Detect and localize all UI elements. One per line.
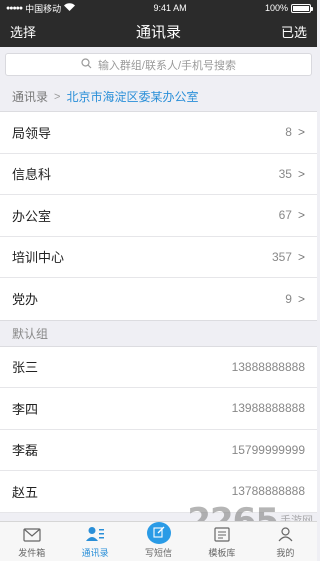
- contact-name: 李四: [12, 401, 39, 417]
- contact-phone: 13988888888: [231, 401, 305, 416]
- tab-label: 发件箱: [18, 548, 46, 558]
- group-name: 培训中心: [12, 250, 65, 266]
- group-row[interactable]: 局领导 8 >: [0, 112, 317, 154]
- group-count: 357: [271, 249, 292, 264]
- wifi-icon: [64, 3, 76, 13]
- group-name: 党办: [12, 292, 39, 308]
- group-row[interactable]: 信息科 35 >: [0, 154, 317, 195]
- contact-row[interactable]: 赵五 13788888888: [0, 471, 317, 513]
- contact-row[interactable]: 张三 13888888888: [0, 346, 317, 388]
- breadcrumb-root[interactable]: 通讯录: [12, 88, 48, 105]
- mail-icon: [23, 528, 41, 546]
- chevron-right-icon: >: [54, 90, 61, 103]
- tab-label: 通讯录: [81, 548, 109, 558]
- search-placeholder: 输入群组/联系人/手机号搜索: [97, 59, 237, 72]
- group-count: 8: [285, 125, 292, 140]
- tab-contacts[interactable]: 通讯录: [63, 522, 126, 561]
- group-count: 67: [278, 208, 292, 223]
- group-name: 信息科: [12, 167, 52, 183]
- tab-templates[interactable]: 模板库: [190, 522, 253, 561]
- group-row[interactable]: 培训中心 357 >: [0, 237, 317, 278]
- chevron-right-icon: >: [297, 291, 305, 306]
- tab-bar: 发件箱 通讯录 写短信 模板库 我的: [0, 521, 317, 561]
- group-name: 办公室: [12, 208, 52, 224]
- contact-row[interactable]: 李磊 15799999999: [0, 429, 317, 471]
- tab-outbox[interactable]: 发件箱: [0, 522, 63, 561]
- tab-profile[interactable]: 我的: [254, 522, 317, 561]
- carrier-label: 中国移动: [25, 3, 62, 14]
- contact-list: 张三 13888888888 李四 13988888888 李磊 1579999…: [0, 346, 317, 513]
- contacts-icon: [86, 526, 105, 546]
- contact-name: 张三: [12, 360, 39, 376]
- chevron-right-icon: >: [297, 166, 305, 181]
- selected-button[interactable]: 已选: [281, 22, 307, 41]
- battery-icon: [291, 3, 313, 13]
- contact-phone: 15799999999: [231, 442, 305, 457]
- signal-icon: ●●●●●: [6, 4, 23, 12]
- page-title: 通讯录: [135, 24, 181, 41]
- breadcrumb: 通讯录 > 北京市海淀区委某办公室: [0, 82, 317, 112]
- tab-label: 模板库: [208, 548, 236, 558]
- breadcrumb-current: 北京市海淀区委某办公室: [66, 90, 199, 104]
- chevron-right-icon: >: [297, 249, 305, 264]
- search-area: 输入群组/联系人/手机号搜索: [0, 47, 317, 82]
- group-count: 9: [285, 291, 292, 306]
- contact-row[interactable]: 李四 13988888888: [0, 388, 317, 430]
- tab-compose[interactable]: 写短信: [127, 522, 190, 561]
- group-row[interactable]: 党办 9 >: [0, 278, 317, 320]
- group-count: 35: [278, 166, 292, 181]
- navigation-bar: 选择 通讯录 已选: [0, 16, 317, 47]
- select-button[interactable]: 选择: [10, 22, 36, 41]
- battery-percent: 100%: [264, 3, 288, 13]
- profile-icon: [278, 527, 293, 546]
- group-list: 局领导 8 > 信息科 35 > 办公室 67 > 培训中心 357 > 党办 9 >: [0, 112, 317, 320]
- group-row[interactable]: 办公室 67 >: [0, 195, 317, 237]
- search-input[interactable]: 输入群组/联系人/手机号搜索: [5, 53, 312, 76]
- template-icon: [214, 527, 230, 546]
- contact-phone: 13888888888: [231, 359, 305, 374]
- default-group-header: 默认组: [0, 319, 317, 347]
- tab-label: 写短信: [145, 548, 173, 558]
- search-icon: [81, 57, 92, 72]
- tab-label: 我的: [276, 548, 295, 558]
- status-bar: ●●●●● 中国移动 9:41 AM 100%: [0, 0, 317, 16]
- contact-name: 李磊: [12, 443, 39, 459]
- chevron-right-icon: >: [297, 208, 305, 223]
- contact-phone: 13788888888: [231, 484, 305, 499]
- group-name: 局领导: [12, 125, 52, 141]
- compose-icon: [146, 522, 171, 544]
- status-time: 9:41 AM: [153, 3, 187, 13]
- chevron-right-icon: >: [297, 125, 305, 140]
- contact-name: 赵五: [12, 484, 39, 500]
